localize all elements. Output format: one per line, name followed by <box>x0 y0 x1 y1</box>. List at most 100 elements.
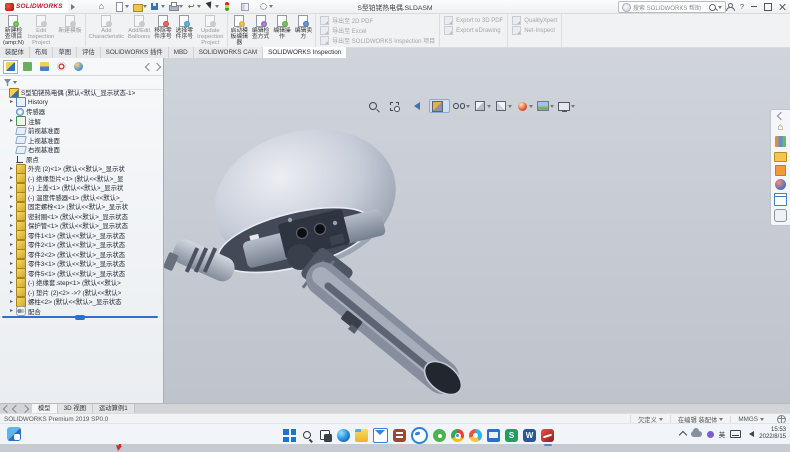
taskbar-app-icon[interactable] <box>505 429 518 442</box>
ribbon-button[interactable]: 新建检 查项目 (amp;N) <box>1 14 26 47</box>
quick-access-button[interactable] <box>259 2 273 11</box>
tree-item[interactable]: (-) 绝缘垫片<1> (默认<<默认>_显 <box>0 174 163 184</box>
view-tool-button[interactable] <box>387 100 406 112</box>
tree-item[interactable]: 右视基准面 <box>0 145 163 155</box>
tree-item[interactable]: 注解 <box>0 117 163 127</box>
tree-item[interactable]: (-) 上盖<1> (默认<<默认>_显示状 <box>0 183 163 193</box>
task-pane-tab-icon[interactable] <box>774 209 787 222</box>
touch-keyboard-icon[interactable] <box>730 430 741 438</box>
ribbon-button[interactable]: Add/Edit Balloons <box>126 14 152 47</box>
next-sheet-icon[interactable] <box>21 405 29 413</box>
filter-caret-icon[interactable] <box>13 81 17 84</box>
tree-item[interactable]: 零件2<1> (默认<<默认>_显示状态 <box>0 240 163 250</box>
prev-sheet-icon[interactable] <box>12 405 20 413</box>
ribbon-tab[interactable]: 装配体 <box>0 47 30 58</box>
tray-app-icon[interactable] <box>707 431 714 438</box>
tree-item[interactable]: 前视基准面 <box>0 126 163 136</box>
ribbon-button[interactable]: 新建模板 <box>56 14 83 47</box>
export-menu-item[interactable]: Net-Inspect <box>512 26 557 35</box>
ribbon-tab[interactable]: SOLIDWORKS 插件 <box>101 47 169 58</box>
taskbar-app-icon[interactable] <box>433 429 446 442</box>
manager-tab[interactable] <box>54 60 69 74</box>
export-menu-item[interactable]: QualityXpert <box>512 16 557 25</box>
quick-access-button[interactable] <box>97 2 111 11</box>
task-pane-tab-icon[interactable] <box>775 136 786 147</box>
taskbar-app-icon[interactable] <box>319 429 332 442</box>
ribbon-tab[interactable]: MBD <box>169 47 194 58</box>
status-item[interactable]: MMGS <box>730 416 771 423</box>
tree-item[interactable]: (-) 温度传感器<1> (默认<<默认>_ <box>0 193 163 203</box>
tree-item[interactable]: 零件5<1> (默认<<默认>_显示状态 <box>0 269 163 279</box>
quick-access-button[interactable] <box>151 2 165 11</box>
search-box[interactable]: 搜索 SOLIDWORKS 帮助 <box>618 1 726 13</box>
task-pane-tab-icon[interactable] <box>775 122 786 133</box>
filter-icon[interactable] <box>4 79 11 86</box>
tree-item[interactable]: 零件2<2> (默认<<默认>_显示状态 <box>0 250 163 260</box>
onedrive-icon[interactable] <box>691 431 702 437</box>
quick-access-button[interactable] <box>115 2 129 11</box>
help-button[interactable]: ? <box>740 2 744 11</box>
tree-item[interactable]: (-) 绝缘套.step<1> (默认<<默认> <box>0 278 163 288</box>
tree-item[interactable]: 原点 <box>0 155 163 165</box>
view-tool-button[interactable] <box>452 100 471 112</box>
first-sheet-icon[interactable] <box>3 405 11 413</box>
tree-item[interactable]: 上视基准面 <box>0 136 163 146</box>
ribbon-button[interactable]: 移除零 件序号 <box>152 14 173 47</box>
search-options-caret-icon[interactable] <box>718 6 722 9</box>
export-menu-item[interactable]: Export to 3D PDF <box>444 16 503 25</box>
ime-language-indicator[interactable]: 英 <box>719 429 726 439</box>
quick-access-button[interactable] <box>187 2 201 11</box>
task-pane-tab-icon[interactable] <box>775 179 786 190</box>
ribbon-button[interactable]: 选择零 件序号 <box>174 14 195 47</box>
ribbon-tab[interactable]: SOLIDWORKS CAM <box>194 47 263 58</box>
tree-item[interactable]: 外壳 (2)<1> (默认<<默认>_显示状 <box>0 164 163 174</box>
quick-access-button[interactable] <box>169 2 183 11</box>
toolbar-flyout-arrow-icon[interactable] <box>71 4 75 10</box>
tree-item[interactable]: History <box>0 98 163 108</box>
taskbar-app-icon[interactable] <box>337 429 350 442</box>
tree-item[interactable]: 螺柱<2> (默认<<默认>_显示状态 <box>0 297 163 307</box>
tree-item[interactable]: 零件3<1> (默认<<默认>_显示状态 <box>0 259 163 269</box>
view-tool-button[interactable] <box>536 100 555 112</box>
view-tool-button[interactable] <box>429 99 450 113</box>
task-pane-tab-icon[interactable] <box>774 152 787 162</box>
view-tool-button[interactable] <box>366 100 385 112</box>
ribbon-button[interactable]: Add Characteristic <box>87 14 126 47</box>
ribbon-button[interactable]: 启动模 板编辑 器 <box>229 14 250 47</box>
tray-overflow-icon[interactable] <box>679 431 687 439</box>
export-menu-item[interactable]: 导出至 SOLIDWORKS Inspection 项目 <box>320 36 435 45</box>
task-pane-tab-icon[interactable] <box>775 165 786 176</box>
taskbar-app-icon[interactable] <box>487 429 500 442</box>
quick-access-button[interactable] <box>205 2 219 11</box>
search-icon[interactable] <box>709 4 716 11</box>
taskbar-clock[interactable]: 15:53 2022/8/15 <box>759 427 786 442</box>
quick-access-button[interactable] <box>223 2 237 11</box>
view-tool-button[interactable] <box>494 100 513 112</box>
view-tool-button[interactable] <box>557 100 576 112</box>
manager-tab[interactable] <box>20 60 35 74</box>
view-tool-button[interactable] <box>473 100 492 112</box>
volume-icon[interactable] <box>746 431 754 437</box>
ribbon-tab[interactable]: SOLIDWORKS Inspection <box>263 47 347 58</box>
tree-item[interactable]: 传感器 <box>0 107 163 117</box>
expand-task-pane-icon[interactable] <box>776 112 784 120</box>
widgets-button[interactable] <box>7 427 21 441</box>
export-menu-item[interactable]: 导出至 Excel <box>320 26 435 35</box>
model-3d-thermocouple[interactable] <box>130 107 610 417</box>
login-user-icon[interactable] <box>726 3 733 11</box>
ribbon-tab[interactable]: 草图 <box>53 47 77 58</box>
tree-item[interactable]: 保护管<1> (默认<<默认>_显示状态 <box>0 221 163 231</box>
quick-access-button[interactable] <box>133 2 147 11</box>
ribbon-button[interactable]: Update Inspection Project <box>195 14 225 47</box>
ribbon-button[interactable]: 编辑卖 方 <box>293 14 314 47</box>
taskbar-app-icon[interactable] <box>541 429 554 442</box>
ribbon-button[interactable]: 编辑操 作 <box>271 14 292 47</box>
ribbon-button[interactable]: Edit Inspection Project <box>26 14 56 47</box>
restore-button[interactable] <box>764 3 772 11</box>
tree-item[interactable]: 零件1<1> (默认<<默认>_显示状态 <box>0 231 163 241</box>
taskbar-app-icon[interactable] <box>451 429 464 442</box>
tree-item[interactable]: (-) 垫片 (2)<2> ->? (默认<<默认> <box>0 288 163 298</box>
tab-scroll-right-icon[interactable] <box>153 62 161 70</box>
taskbar-app-icon[interactable] <box>355 429 368 442</box>
ribbon-button[interactable]: 编辑检 查方式 <box>250 14 271 47</box>
